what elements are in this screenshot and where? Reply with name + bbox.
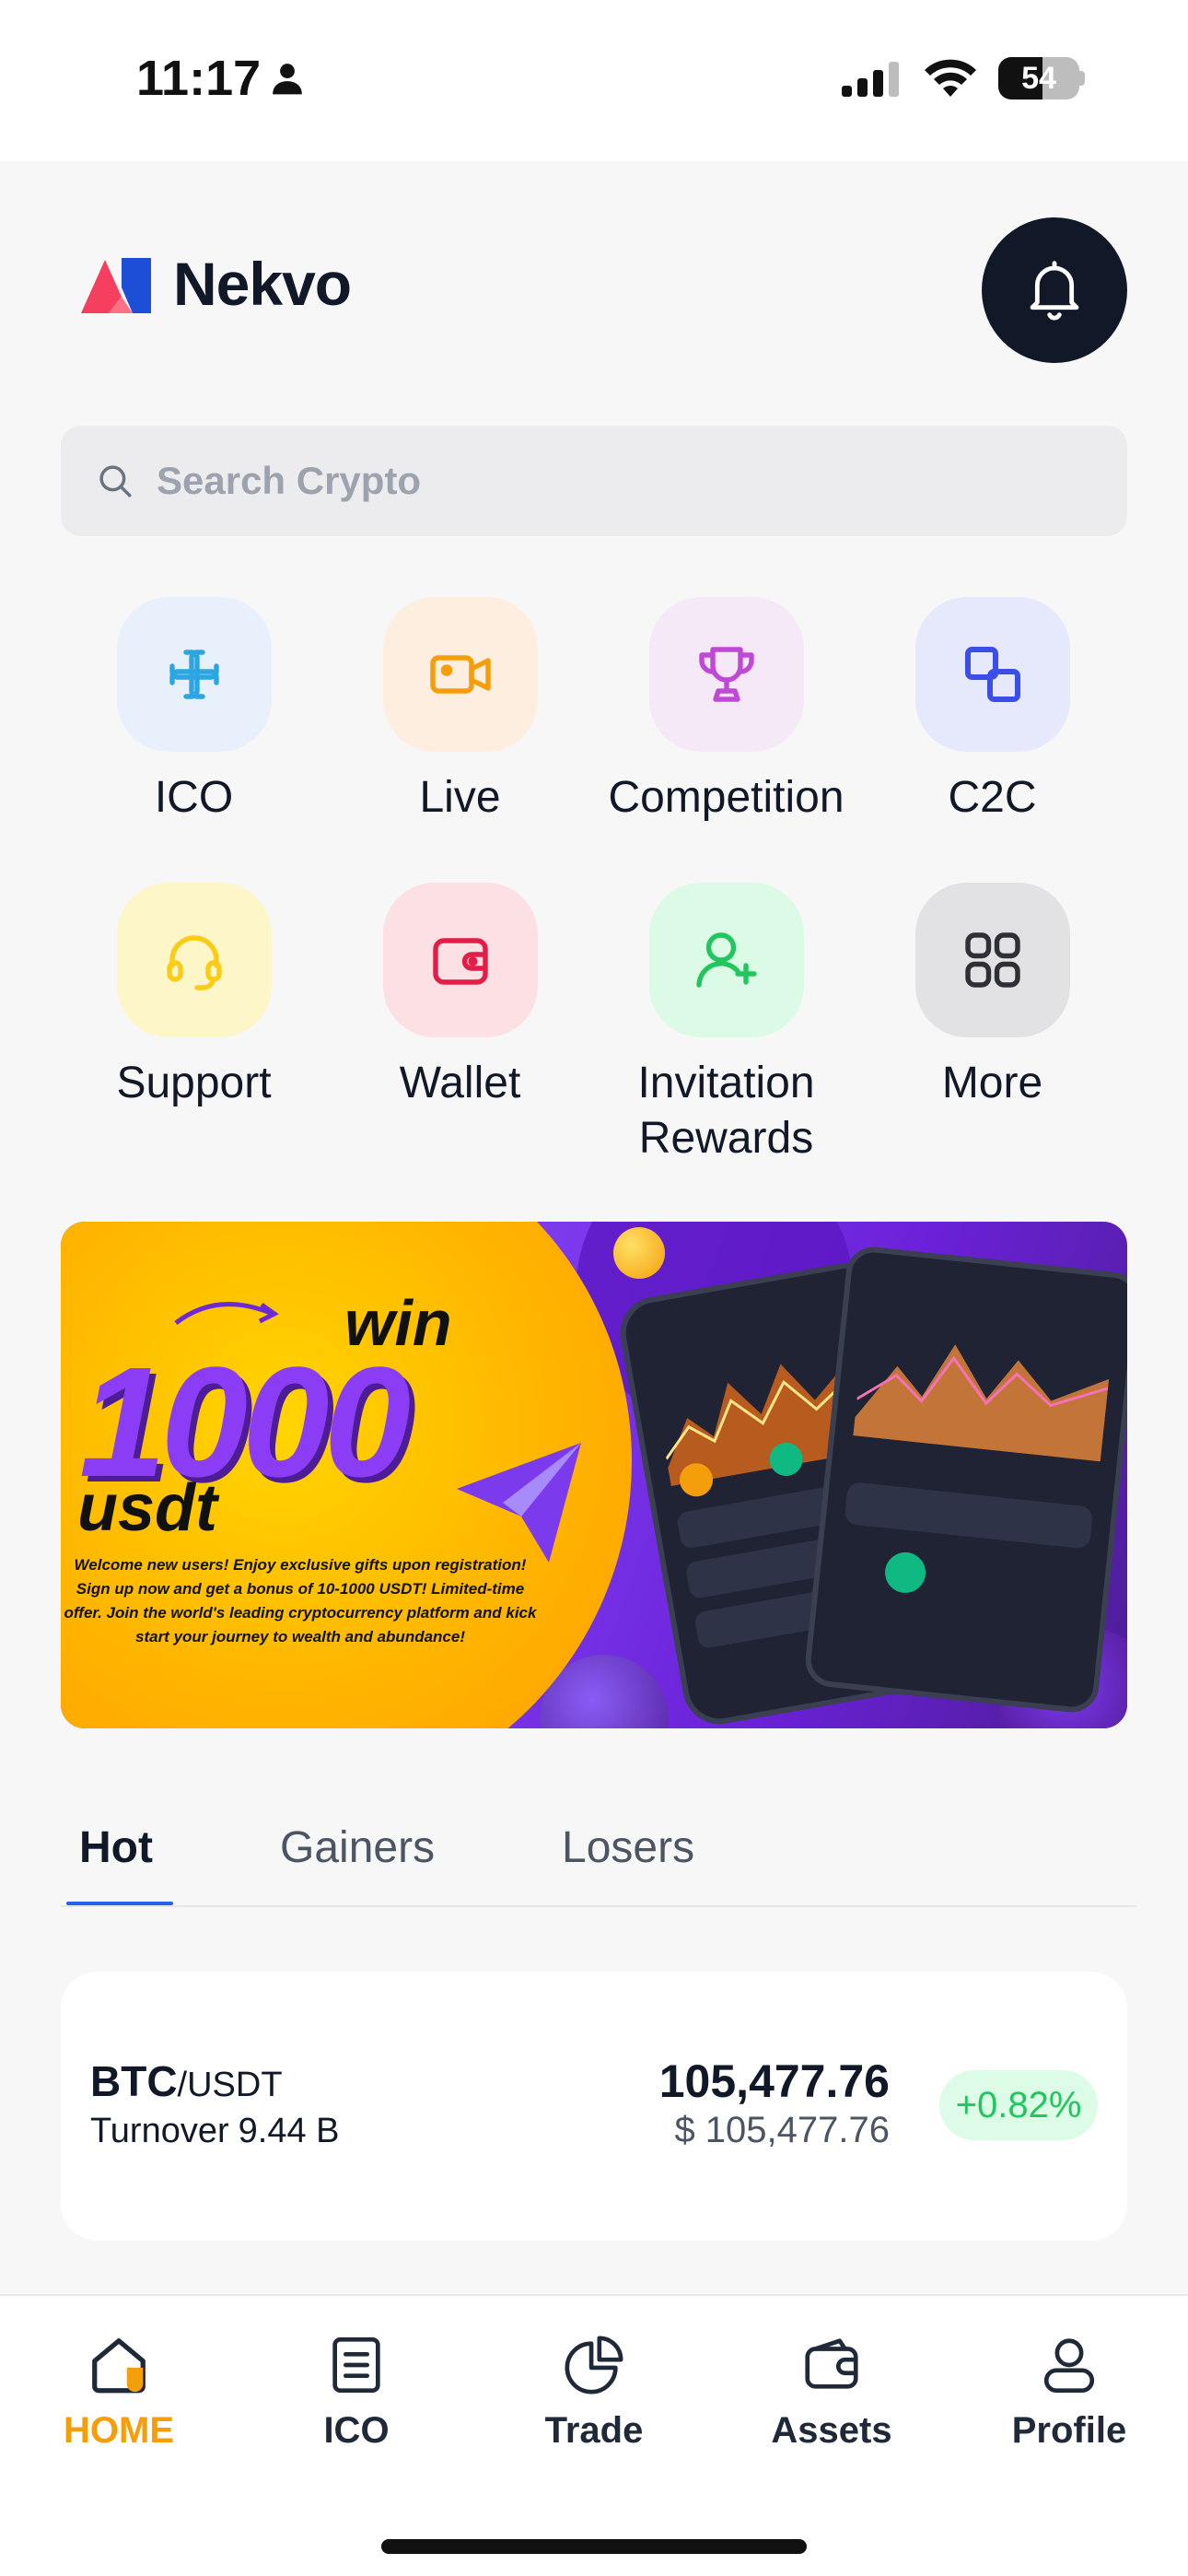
wifi-icon	[925, 59, 976, 97]
quick-action-invitation-rewards[interactable]: Invitation Rewards	[593, 883, 859, 1166]
banner-currency: usdt	[77, 1471, 217, 1545]
change-badge: +0.82%	[939, 2070, 1098, 2140]
quick-action-label: More	[941, 1059, 1043, 1107]
nav-label: HOME	[64, 2410, 174, 2451]
price-usd: $ 105,477.76	[674, 2110, 890, 2150]
clock-text: 11:17	[136, 51, 262, 106]
quick-action-label: Competition	[608, 773, 844, 822]
home-icon	[92, 2338, 146, 2394]
turnover-value: 9.44 B	[238, 2112, 340, 2150]
wallet-icon	[432, 938, 488, 985]
quick-action-label-line1: Invitation	[637, 1059, 815, 1107]
quick-action-label: Wallet	[399, 1059, 521, 1107]
nav-profile[interactable]: Profile	[950, 2333, 1188, 2452]
pair-base: BTC	[90, 2057, 178, 2105]
quick-action-label: Invitation Rewards	[637, 1056, 814, 1166]
quick-action-competition[interactable]: Competition	[593, 597, 859, 825]
tab-gainers[interactable]: Gainers	[280, 1822, 435, 1873]
nav-label: ICO	[323, 2410, 390, 2451]
search-input[interactable]	[157, 459, 985, 503]
nav-home[interactable]: HOME	[0, 2333, 238, 2452]
exchange-squares-icon	[964, 647, 1020, 702]
more-tile[interactable]	[914, 883, 1070, 1037]
quick-action-live[interactable]: Live	[327, 597, 593, 825]
paper-plane-icon	[457, 1443, 581, 1563]
battery-level: 54	[1021, 60, 1056, 96]
notifications-button[interactable]	[982, 217, 1127, 363]
quick-action-label: Support	[116, 1059, 272, 1107]
c2c-tile[interactable]	[914, 597, 1070, 752]
turnover-label: Turnover	[90, 2112, 229, 2150]
ticker-row-btc[interactable]: BTC/USDT Turnover 9.44 B 105,477.76 $ 10…	[61, 1972, 1127, 2241]
bell-icon	[1030, 261, 1079, 321]
app-name: Nekvo	[173, 250, 352, 318]
search-icon	[99, 465, 132, 498]
trading-pair: BTC/USDT	[90, 2056, 283, 2106]
document-icon	[332, 2336, 380, 2394]
quick-action-wallet[interactable]: Wallet	[327, 883, 593, 1111]
quick-action-label: Live	[419, 773, 501, 822]
pair-quote: /USDT	[177, 2066, 283, 2104]
grid-icon	[964, 932, 1020, 988]
invitation-tile[interactable]	[648, 883, 804, 1037]
market-tabs: Hot Gainers Losers	[61, 1806, 1136, 1907]
cellular-signal-icon	[842, 62, 899, 97]
nav-label: Profile	[1011, 2410, 1127, 2451]
arrow-doodle-icon	[174, 1302, 279, 1325]
ico-link-icon	[169, 650, 219, 699]
nav-assets[interactable]: Assets	[713, 2333, 950, 2452]
last-price: 105,477.76	[658, 2055, 890, 2107]
quick-action-more[interactable]: More	[859, 883, 1125, 1111]
wallet-icon	[805, 2338, 858, 2389]
app-header: Nekvo	[81, 249, 352, 319]
banner-tablet-image	[802, 1244, 1127, 1715]
status-time: 11:17	[136, 50, 305, 107]
banner-description: Welcome new users! Enjoy exclusive gifts…	[64, 1556, 537, 1645]
ico-tile[interactable]	[116, 597, 272, 752]
quick-action-support[interactable]: Support	[61, 883, 327, 1111]
competition-tile[interactable]	[648, 597, 804, 752]
trophy-icon	[698, 647, 754, 702]
search-bar[interactable]	[61, 426, 1127, 536]
tab-losers[interactable]: Losers	[562, 1822, 694, 1873]
quick-action-label-line2: Rewards	[638, 1114, 814, 1163]
nav-ico[interactable]: ICO	[238, 2333, 475, 2452]
status-bar: 11:17 54	[0, 0, 1188, 161]
person-icon	[273, 64, 302, 95]
pie-chart-icon	[565, 2336, 623, 2395]
nav-trade[interactable]: Trade	[475, 2333, 713, 2452]
turnover: Turnover 9.44 B	[90, 2112, 340, 2151]
home-indicator	[381, 2539, 807, 2554]
add-user-icon	[695, 932, 757, 988]
support-tile[interactable]	[116, 883, 272, 1037]
active-tab-indicator	[66, 1902, 173, 1905]
video-camera-icon	[429, 655, 491, 694]
tab-hot[interactable]: Hot	[79, 1822, 153, 1873]
bottom-nav: HOME ICO Trade Assets Profile	[0, 2294, 1188, 2576]
nav-label: Trade	[544, 2410, 644, 2451]
nav-label: Assets	[771, 2410, 892, 2451]
nekvo-logo-icon	[81, 258, 151, 313]
quick-action-label: C2C	[948, 773, 1037, 822]
battery-indicator: 54	[998, 57, 1079, 100]
promo-banner[interactable]: win 1000 usdt Welcome new users! Enjoy e…	[61, 1222, 1127, 1728]
quick-action-ico[interactable]: ICO	[61, 597, 327, 825]
wallet-tile[interactable]	[382, 883, 538, 1037]
user-icon	[1043, 2338, 1095, 2394]
headset-icon	[166, 935, 222, 990]
live-tile[interactable]	[382, 597, 538, 752]
tablet-chart-image	[853, 1344, 1110, 1462]
quick-action-label: ICO	[154, 773, 234, 822]
quick-action-c2c[interactable]: C2C	[859, 597, 1125, 825]
status-indicators: 54	[842, 57, 1085, 100]
